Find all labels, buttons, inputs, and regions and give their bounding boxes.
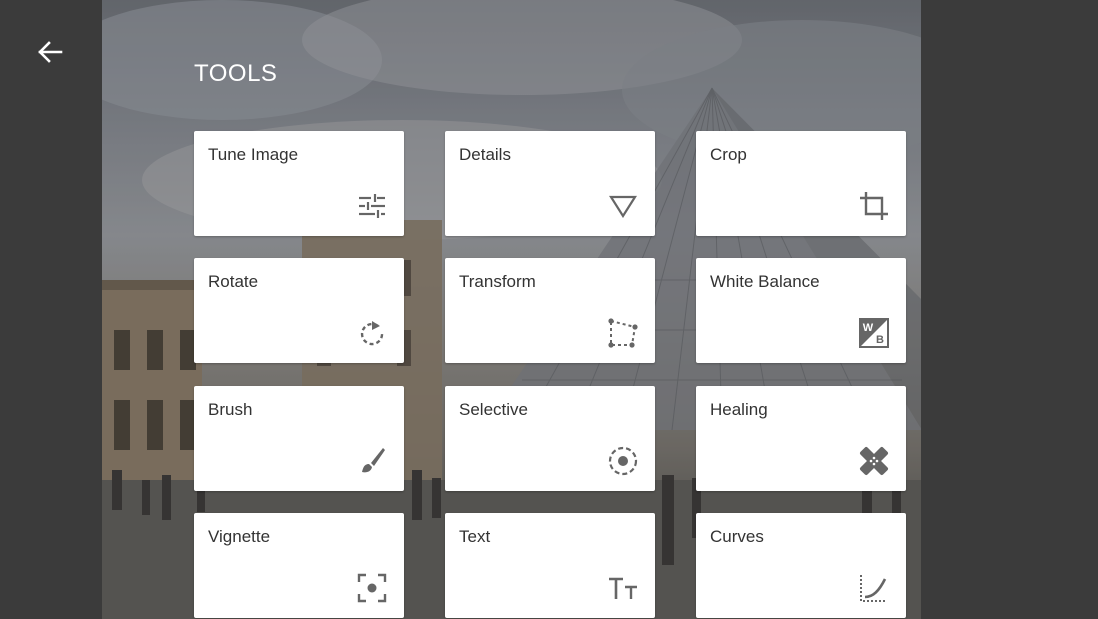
tool-card-text[interactable]: Text <box>445 513 655 618</box>
bandage-icon <box>858 445 890 477</box>
rotate-icon <box>356 317 388 349</box>
left-rail <box>0 0 102 619</box>
tool-card-crop[interactable]: Crop <box>696 131 906 236</box>
tool-label: Crop <box>710 145 747 164</box>
tool-label: Healing <box>710 400 768 419</box>
app-screen: TOOLS Tune Image Details Crop Rotate Tra… <box>0 0 1098 619</box>
right-rail <box>921 0 1098 619</box>
tool-label: Curves <box>710 527 764 546</box>
tool-label: Transform <box>459 272 536 291</box>
white-balance-icon: W B <box>858 317 890 349</box>
perspective-icon <box>607 317 639 349</box>
arrow-left-icon <box>38 41 63 63</box>
tool-card-curves[interactable]: Curves <box>696 513 906 618</box>
triangle-down-icon <box>607 190 639 222</box>
tool-label: Tune Image <box>208 145 299 164</box>
tool-label: Vignette <box>208 527 271 546</box>
selective-icon <box>607 445 639 477</box>
tool-card-rotate[interactable]: Rotate <box>194 258 404 363</box>
brush-icon <box>356 445 388 477</box>
curves-icon <box>858 572 890 604</box>
svg-text:B: B <box>876 334 884 346</box>
tool-card-details[interactable]: Details <box>445 131 655 236</box>
tool-label: Selective <box>459 400 528 419</box>
tool-card-healing[interactable]: Healing <box>696 386 906 491</box>
text-size-icon <box>607 572 639 604</box>
back-button[interactable] <box>30 32 70 72</box>
svg-text:W: W <box>863 322 874 334</box>
tool-label: Details <box>459 145 511 164</box>
sliders-icon <box>356 190 388 222</box>
vignette-icon <box>356 572 388 604</box>
page-title: TOOLS <box>194 60 278 87</box>
tool-label: Text <box>459 527 491 546</box>
tool-card-selective[interactable]: Selective <box>445 386 655 491</box>
tool-card-vignette[interactable]: Vignette <box>194 513 404 618</box>
crop-icon <box>858 190 890 222</box>
tool-card-brush[interactable]: Brush <box>194 386 404 491</box>
tool-label: Rotate <box>208 272 259 291</box>
tool-label: Brush <box>208 400 253 419</box>
tool-card-transform[interactable]: Transform <box>445 258 655 363</box>
tool-label: White Balance <box>710 272 820 291</box>
tool-card-tune-image[interactable]: Tune Image <box>194 131 404 236</box>
tool-card-white-balance[interactable]: White Balance W B <box>696 258 906 363</box>
